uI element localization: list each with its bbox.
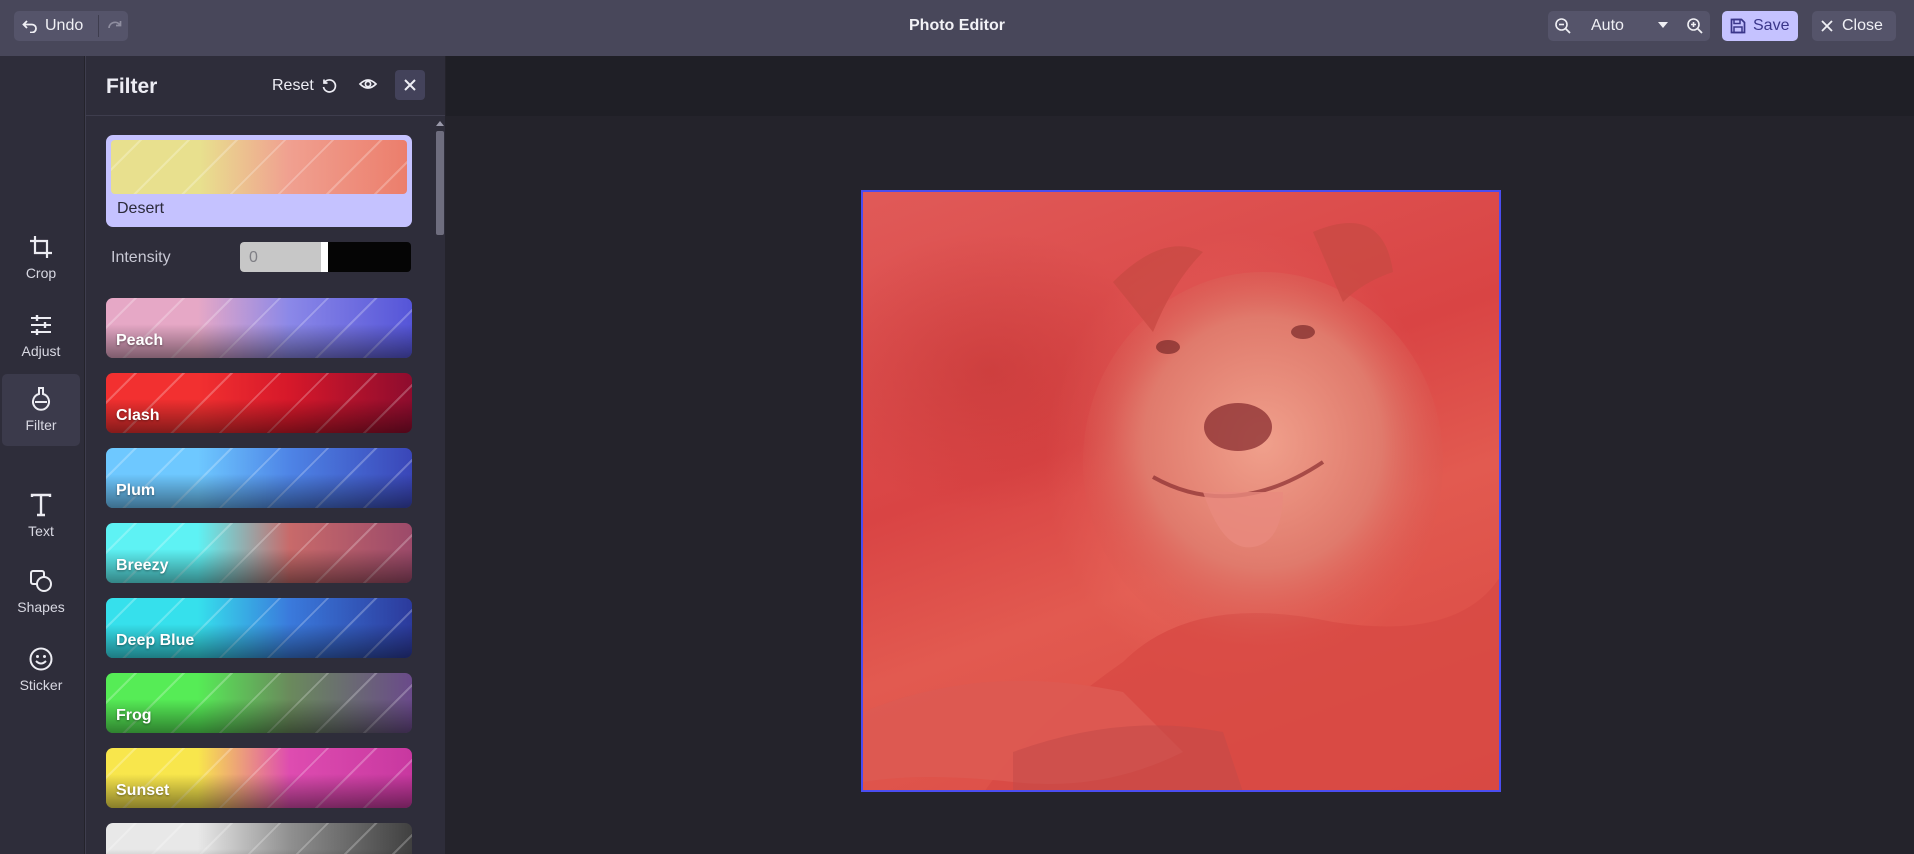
intensity-row: Intensity 0: [106, 240, 412, 274]
undo-icon: [22, 20, 37, 33]
undo-redo-group: Undo: [14, 11, 128, 41]
tool-label: Adjust: [21, 343, 61, 359]
canvas-toolbar: [446, 56, 1914, 116]
text-icon: [30, 493, 52, 517]
thumbnail-pattern: [111, 140, 407, 194]
divider: [98, 15, 99, 37]
filter-card[interactable]: 1920 A.D.: [106, 823, 412, 854]
zoom-in-icon[interactable]: [1686, 17, 1704, 35]
panel-title: Filter: [106, 75, 158, 98]
panel-scrollbar[interactable]: [435, 121, 445, 851]
filter-card[interactable]: Desert: [106, 135, 412, 227]
filter-card[interactable]: Plum: [106, 448, 412, 508]
tool-sticker[interactable]: Sticker: [2, 634, 80, 706]
close-label: Close: [1842, 17, 1883, 34]
zoom-select[interactable]: Auto: [1591, 11, 1624, 41]
filter-card[interactable]: Sunset: [106, 748, 412, 808]
canvas-area: [446, 56, 1914, 854]
save-button[interactable]: Save: [1722, 11, 1798, 41]
tool-label: Sticker: [19, 677, 63, 693]
filter-name: Frog: [116, 707, 152, 724]
close-icon: [1821, 20, 1833, 32]
filter-name: Plum: [116, 482, 156, 499]
filter-card[interactable]: Clash: [106, 373, 412, 433]
filter-card[interactable]: Frog: [106, 673, 412, 733]
intensity-value: 0: [249, 249, 258, 266]
redo-icon[interactable]: [106, 17, 124, 35]
photo-canvas[interactable]: [861, 190, 1501, 792]
tool-filter[interactable]: Filter: [2, 374, 80, 446]
chevron-down-icon[interactable]: [1656, 18, 1670, 32]
shapes-icon: [30, 570, 52, 592]
filter-name: Clash: [116, 407, 160, 424]
reset-icon: [322, 79, 337, 93]
tool-label: Shapes: [17, 599, 65, 615]
reset-label: Reset: [272, 77, 314, 94]
crop-icon: [30, 236, 52, 258]
sliders-icon: [31, 315, 51, 335]
filter-card[interactable]: Peach: [106, 298, 412, 358]
label-shade: [106, 849, 412, 854]
reset-button[interactable]: Reset: [272, 74, 337, 98]
filter-card[interactable]: Breezy: [106, 523, 412, 583]
scroll-up-icon[interactable]: [436, 121, 444, 126]
zoom-control: Auto: [1548, 11, 1710, 41]
tool-crop[interactable]: Crop: [2, 222, 80, 294]
filter-panel: Filter Reset Desert Peach Clash Plum Breezy D…: [85, 56, 445, 854]
tool-label: Filter: [25, 417, 57, 433]
close-panel-button[interactable]: [395, 70, 425, 100]
scroll-thumb[interactable]: [436, 131, 444, 235]
tool-shapes[interactable]: Shapes: [2, 556, 80, 628]
panel-header: Filter Reset: [86, 56, 445, 116]
filter-name: Peach: [116, 332, 164, 349]
dog-photo-image: [863, 223, 1499, 790]
filter-name: Sunset: [116, 782, 170, 799]
zoom-out-icon[interactable]: [1554, 17, 1572, 35]
filter-name: Desert: [117, 200, 165, 217]
filter-card[interactable]: Deep Blue: [106, 598, 412, 658]
intensity-slider[interactable]: 0: [240, 242, 411, 272]
slider-handle[interactable]: [321, 242, 328, 272]
top-bar: Undo Photo Editor Auto Save Close: [0, 0, 1914, 56]
save-icon: [1730, 18, 1746, 34]
undo-button[interactable]: Undo: [14, 11, 91, 41]
sticker-icon: [29, 647, 53, 671]
close-icon: [404, 79, 416, 91]
save-label: Save: [1753, 17, 1790, 34]
filter-name: Deep Blue: [116, 632, 195, 649]
filter-thumbnail: [111, 140, 407, 194]
close-button[interactable]: Close: [1812, 11, 1896, 41]
tool-label: Crop: [25, 265, 57, 281]
undo-label: Undo: [45, 17, 84, 34]
tool-text[interactable]: Text: [2, 480, 80, 552]
filter-name: Breezy: [116, 557, 169, 574]
tool-rail: Crop Adjust Filter Text Shapes Sticker: [0, 56, 84, 854]
eye-icon[interactable]: [358, 74, 378, 94]
intensity-label: Intensity: [111, 249, 171, 266]
flask-icon: [32, 387, 50, 411]
tool-adjust[interactable]: Adjust: [2, 300, 80, 372]
tool-label: Text: [28, 523, 54, 539]
